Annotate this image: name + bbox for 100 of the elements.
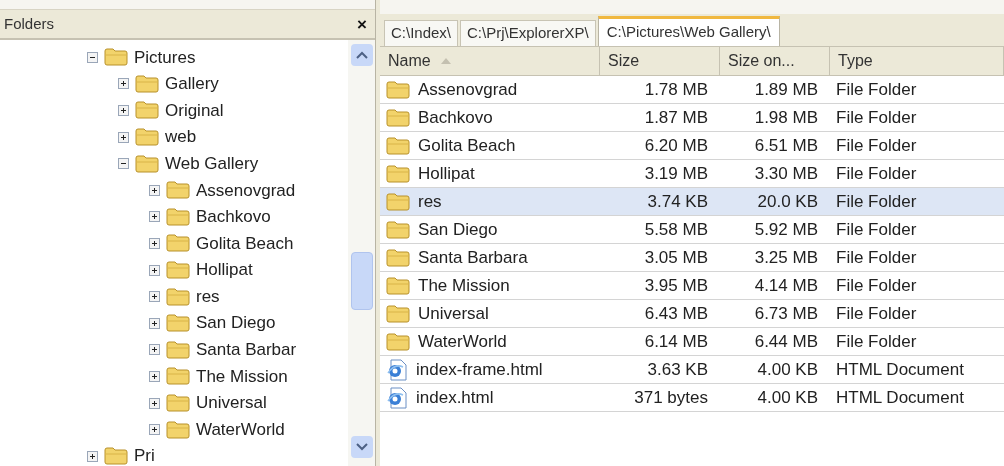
folder-label[interactable]: Original (165, 97, 224, 124)
table-cell: File Folder (836, 191, 917, 211)
folder-label[interactable]: San Diego (196, 310, 276, 336)
folder-label[interactable]: The Mission (196, 363, 288, 390)
file-name: index.html (416, 386, 494, 409)
expand-icon[interactable] (149, 291, 160, 303)
file-name: Assenovgrad (418, 78, 518, 101)
table-cell: 6.51 MB (754, 135, 818, 155)
folder-icon (386, 192, 410, 211)
folder-icon (386, 136, 410, 155)
file-name: The Mission (418, 274, 510, 297)
folder-label[interactable]: Universal (196, 390, 267, 416)
table-cell: 1.89 MB (754, 79, 818, 99)
folder-label[interactable]: Assenovgrad (196, 177, 296, 203)
table-cell: File Folder (836, 219, 917, 239)
folder-icon (166, 340, 190, 359)
expand-icon[interactable] (149, 237, 160, 249)
table-cell: 5.58 MB (644, 219, 708, 239)
folder-icon (386, 164, 410, 183)
file-name: San Diego (418, 218, 498, 241)
table-cell: 6.20 MB (644, 135, 708, 155)
expand-icon[interactable] (149, 370, 160, 382)
folder-label[interactable]: Pri (134, 443, 155, 466)
chevron-down-icon (355, 443, 368, 451)
folder-icon (386, 276, 410, 295)
folder-label[interactable]: Pictures (134, 44, 196, 71)
scroll-thumb[interactable] (350, 252, 373, 310)
folder-icon (135, 101, 159, 120)
folder-label[interactable]: Bachkovo (196, 204, 271, 230)
folder-icon (135, 128, 159, 147)
expand-icon[interactable] (149, 344, 160, 356)
close-button[interactable]: × (353, 15, 371, 33)
folder-icon (166, 314, 190, 333)
folder-icon (386, 108, 410, 127)
table-cell: File Folder (836, 163, 917, 183)
folder-label[interactable]: Santa Barbar (196, 337, 297, 363)
table-cell: HTML Document (836, 387, 964, 407)
expand-icon[interactable] (149, 424, 160, 436)
table-cell: File Folder (836, 275, 917, 295)
column-header[interactable]: Type (830, 47, 1004, 75)
expand-icon[interactable] (149, 211, 160, 223)
path-tab[interactable]: C:\Pictures\Web Gallery\ (597, 16, 780, 46)
folder-label[interactable]: Hollipat (196, 257, 253, 283)
column-header[interactable]: Name (380, 47, 600, 75)
collapse-icon[interactable] (87, 51, 98, 63)
expand-icon[interactable] (149, 397, 160, 409)
table-cell: 5.92 MB (754, 219, 818, 239)
path-tab[interactable]: C:\Index\ (384, 20, 459, 46)
expand-icon[interactable] (149, 184, 160, 196)
table-cell: 3.19 MB (644, 163, 708, 183)
path-tab[interactable]: C:\Prj\ExplorerXP\ (460, 20, 596, 46)
folder-icon (166, 367, 190, 386)
file-row[interactable]: index.html 371 bytes 4.00 KB HTML Document (380, 384, 1004, 412)
scroll-up-button[interactable] (350, 44, 373, 66)
folder-icon (386, 248, 410, 267)
folder-icon (166, 394, 190, 412)
folder-label[interactable]: WaterWorld (196, 416, 285, 443)
file-name: Universal (418, 302, 489, 325)
folder-icon (166, 181, 190, 200)
file-row[interactable]: res 3.74 KB 20.0 KB File Folder (380, 188, 1004, 216)
document-icon (386, 358, 408, 381)
expand-icon[interactable] (87, 450, 98, 462)
folder-icon (135, 154, 159, 173)
sort-arrow-icon (440, 58, 451, 64)
folder-icon (386, 332, 410, 351)
table-cell: 4.00 KB (757, 359, 818, 379)
folder-icon (135, 74, 159, 93)
file-name: Bachkovo (418, 106, 493, 129)
folder-label[interactable]: web (165, 124, 197, 150)
expand-icon[interactable] (118, 78, 129, 90)
chevron-up-icon (355, 51, 368, 59)
column-header[interactable]: Size on... (720, 47, 830, 75)
file-name: Golita Beach (418, 134, 516, 157)
expand-icon[interactable] (118, 105, 129, 116)
table-cell: HTML Document (836, 359, 964, 379)
table-cell: File Folder (836, 135, 917, 155)
table-cell: File Folder (836, 331, 917, 351)
folder-label[interactable]: Gallery (165, 71, 219, 97)
folder-icon (166, 261, 190, 280)
table-cell: 1.98 MB (754, 107, 818, 127)
file-name: Hollipat (418, 162, 475, 185)
folder-label[interactable]: Golita Beach (196, 230, 294, 257)
table-cell: 3.63 KB (647, 359, 708, 379)
collapse-icon[interactable] (118, 158, 129, 170)
file-row[interactable]: index-frame.html 3.63 KB 4.00 KB HTML Document (380, 356, 1004, 384)
folder-label[interactable]: Web Gallery (165, 150, 259, 177)
table-cell: 3.25 MB (754, 247, 818, 267)
table-cell: File Folder (836, 303, 917, 323)
table-cell: 3.74 KB (647, 191, 708, 211)
expand-icon[interactable] (118, 131, 129, 143)
scroll-down-button[interactable] (350, 436, 373, 458)
folder-label[interactable]: res (196, 283, 220, 310)
folder-icon (386, 80, 410, 99)
scrollbar[interactable] (348, 40, 375, 466)
column-header[interactable]: Size (600, 47, 720, 75)
expand-icon[interactable] (149, 264, 160, 276)
table-cell: File Folder (836, 107, 917, 127)
folder-icon (104, 48, 128, 67)
expand-icon[interactable] (149, 317, 160, 329)
table-cell: 3.30 MB (754, 163, 818, 183)
